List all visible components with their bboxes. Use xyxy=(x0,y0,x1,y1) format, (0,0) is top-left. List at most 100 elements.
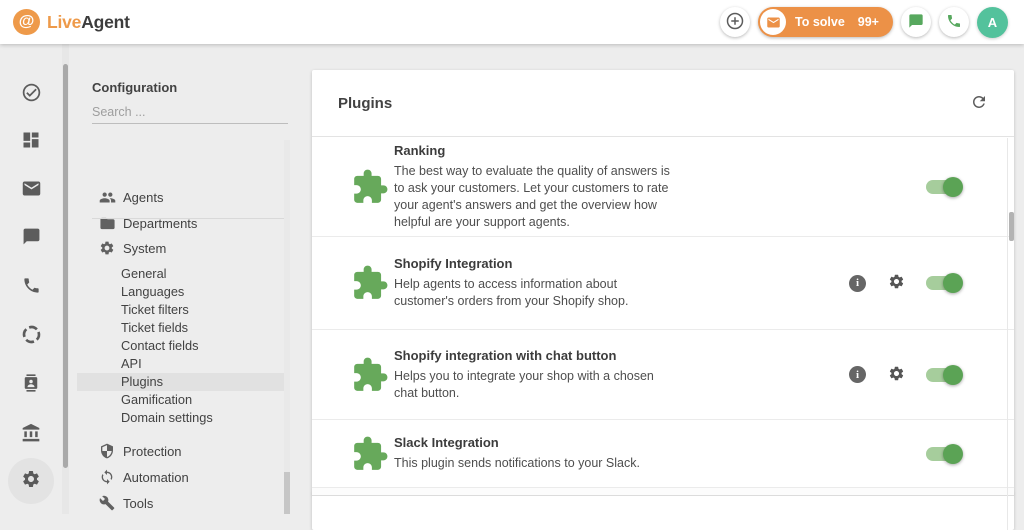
config-panel-title: Configuration xyxy=(92,80,178,95)
config-subitem-ticket-filters[interactable]: Ticket filters xyxy=(77,301,290,319)
avatar-letter: A xyxy=(987,14,998,30)
mail-badge-icon xyxy=(760,9,786,35)
info-icon[interactable]: i xyxy=(849,366,866,383)
left-nav-scrollbar[interactable] xyxy=(62,44,69,514)
config-divider xyxy=(92,218,288,219)
gear-icon xyxy=(888,273,905,293)
plugin-name: Shopify Integration xyxy=(394,256,513,271)
chats-button[interactable] xyxy=(901,7,931,37)
config-subitem-languages[interactable]: Languages xyxy=(77,283,290,301)
puzzle-icon xyxy=(350,434,390,474)
config-panel: Configuration Agents Departments System … xyxy=(77,44,290,514)
plus-circle-icon xyxy=(725,11,745,34)
logo-text: LiveAgent xyxy=(47,11,130,32)
to-solve-count-badge: 99+ xyxy=(857,15,879,29)
config-scrollbar[interactable] xyxy=(284,140,290,514)
plugins-panel: Plugins Ranking The best way to evaluate… xyxy=(312,70,1014,530)
agents-group-icon xyxy=(98,188,116,206)
plugin-row: Ranking The best way to evaluate the qua… xyxy=(312,137,1014,237)
sidebar-item-mail-icon[interactable] xyxy=(19,176,43,200)
sidebar-item-billing-icon[interactable] xyxy=(19,421,43,445)
config-item-automation[interactable]: Automation xyxy=(77,464,290,490)
refresh-button[interactable] xyxy=(966,90,992,116)
config-subitem-api[interactable]: API xyxy=(77,355,290,373)
config-item-label: Agents xyxy=(123,189,164,205)
plugin-row: Shopify integration with chat button Hel… xyxy=(312,330,1014,420)
plugin-row: Shopify Integration Help agents to acces… xyxy=(312,237,1014,330)
plugin-toggle-on[interactable] xyxy=(926,364,963,385)
calls-button[interactable] xyxy=(939,7,969,37)
config-item-departments[interactable]: Departments xyxy=(77,210,290,236)
system-gear-icon xyxy=(98,239,116,257)
puzzle-icon xyxy=(350,263,390,303)
config-subitem-ticket-fields[interactable]: Ticket fields xyxy=(77,319,290,337)
plugin-name: Ranking xyxy=(394,142,446,158)
plugin-description: Helps you to integrate your shop with a … xyxy=(394,368,654,400)
logo-speech-bubble-icon: @ xyxy=(13,9,40,35)
plugins-scrollbar[interactable] xyxy=(1007,138,1014,530)
plugin-toggle-on[interactable] xyxy=(926,443,963,464)
sidebar-item-loop-icon[interactable] xyxy=(19,322,43,346)
gear-icon xyxy=(21,469,41,494)
config-subitem-plugins-selected[interactable]: Plugins xyxy=(77,373,290,391)
plugin-description: Help agents to access information about … xyxy=(394,277,629,308)
toggle-knob xyxy=(943,176,963,197)
sidebar-item-chat-icon[interactable] xyxy=(19,224,43,248)
page-title: Plugins xyxy=(338,94,393,112)
puzzle-icon xyxy=(350,355,390,395)
config-item-label: Tools xyxy=(123,495,154,511)
config-item-tools[interactable]: Tools xyxy=(77,490,290,516)
info-icon[interactable]: i xyxy=(849,274,866,292)
plugin-description: The best way to evaluate the quality of … xyxy=(394,163,670,229)
sidebar-item-phone-icon[interactable] xyxy=(19,273,43,297)
folder-icon xyxy=(98,214,116,232)
config-item-label: Protection xyxy=(123,443,182,459)
config-item-label: System xyxy=(123,240,167,256)
plugin-row: Slack Integration This plugin sends noti… xyxy=(312,420,1014,488)
sync-icon xyxy=(98,468,116,486)
refresh-icon xyxy=(970,93,988,114)
plugin-description: This plugin sends notifications to your … xyxy=(394,456,640,470)
chat-bubble-icon xyxy=(908,13,924,32)
config-scrollbar-thumb[interactable] xyxy=(284,472,290,514)
icon-sidebar xyxy=(0,44,62,514)
plugin-toggle-on[interactable] xyxy=(926,176,963,197)
plugin-toggle-on[interactable] xyxy=(926,273,963,293)
wrench-icon xyxy=(98,494,116,512)
toggle-knob xyxy=(943,364,963,385)
config-subitem-general[interactable]: General xyxy=(77,265,290,283)
config-item-protection[interactable]: Protection xyxy=(77,438,290,464)
puzzle-icon xyxy=(350,167,390,207)
liveagent-logo[interactable]: @ LiveAgent xyxy=(13,9,130,35)
plugins-scrollbar-thumb[interactable] xyxy=(1009,212,1014,241)
plugin-name: Slack Integration xyxy=(394,435,499,450)
config-search-input[interactable] xyxy=(92,100,288,124)
plugin-name: Shopify integration with chat button xyxy=(394,347,617,363)
shield-icon xyxy=(98,442,116,460)
toggle-knob xyxy=(943,443,963,464)
logo-at-glyph: @ xyxy=(18,13,35,30)
sidebar-item-contacts-icon[interactable] xyxy=(19,371,43,395)
config-item-system[interactable]: System xyxy=(77,235,290,261)
config-subitem-contact-fields[interactable]: Contact fields xyxy=(77,337,290,355)
config-subitem-domain-settings[interactable]: Domain settings xyxy=(77,409,290,427)
phone-icon xyxy=(946,13,962,32)
config-subitem-gamification[interactable]: Gamification xyxy=(77,391,290,409)
sidebar-item-configuration-active[interactable] xyxy=(8,458,54,504)
to-solve-button[interactable]: To solve 99+ xyxy=(758,7,893,37)
plugin-settings-button[interactable] xyxy=(887,366,905,384)
config-item-label: Automation xyxy=(123,469,189,485)
gear-icon xyxy=(888,365,905,385)
left-nav-scrollbar-thumb[interactable] xyxy=(63,64,68,468)
toggle-knob xyxy=(943,273,963,293)
list-section-gap xyxy=(312,488,1014,496)
add-button[interactable] xyxy=(720,7,750,37)
plugin-row-partial xyxy=(312,496,1014,526)
sidebar-item-tickets-check-icon[interactable] xyxy=(19,80,43,104)
sidebar-item-dashboard-icon[interactable] xyxy=(19,128,43,152)
user-avatar[interactable]: A xyxy=(977,6,1008,38)
config-item-agents[interactable]: Agents xyxy=(77,184,290,210)
header-actions: To solve 99+ A xyxy=(720,6,1008,38)
plugins-panel-header: Plugins xyxy=(312,70,1014,137)
plugin-settings-button[interactable] xyxy=(887,274,905,292)
